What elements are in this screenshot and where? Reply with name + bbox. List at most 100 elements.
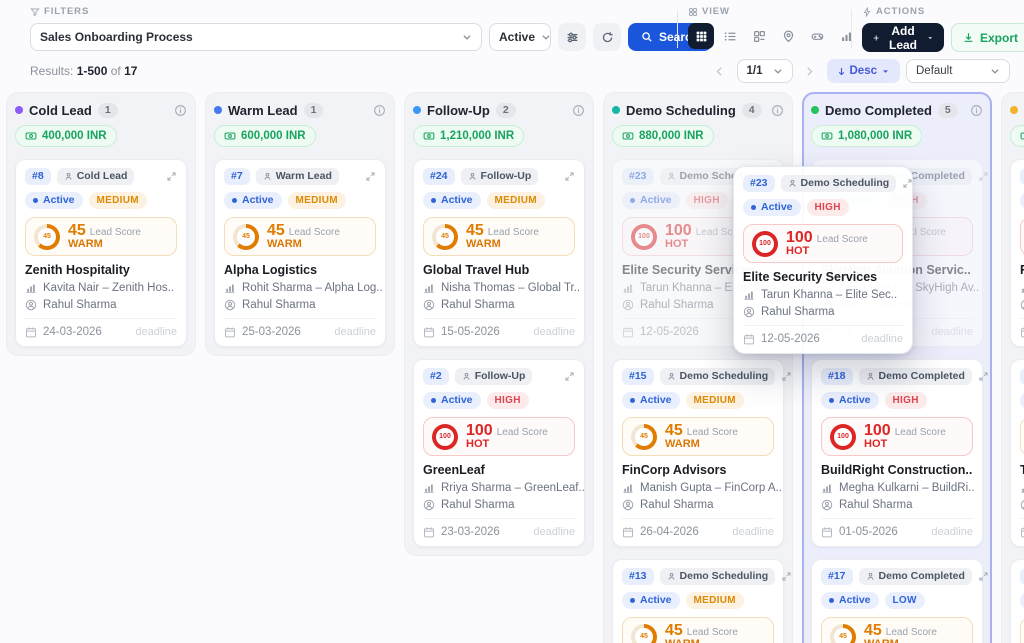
company-name: Global Travel Hub xyxy=(423,263,575,277)
lead-card[interactable]: #9 Active 45 45Lead Score WARM Tec xyxy=(1010,359,1024,547)
view-list-button[interactable] xyxy=(717,23,743,49)
status-dot xyxy=(630,398,635,403)
owner-icon xyxy=(743,306,755,318)
advanced-filters-button[interactable] xyxy=(558,23,586,51)
lead-score-box: 100 100Lead Score HOT xyxy=(743,224,903,263)
expand-card-button[interactable] xyxy=(978,371,989,382)
status-badge: Active xyxy=(423,392,481,409)
column-header: Cl xyxy=(1010,101,1024,119)
contact-row xyxy=(1020,282,1024,294)
sort-order-button[interactable]: Desc xyxy=(827,59,901,83)
lead-score-label: Lead Score xyxy=(687,427,738,438)
lead-card[interactable]: #6 Active 45 45Lead Score WARM Me xyxy=(1010,559,1024,643)
page-select[interactable]: 1/1 xyxy=(737,59,793,83)
kanban-column: Cl #2 Active 100 100Lead Score HOT Fit xyxy=(1001,92,1024,643)
drag-overlay-card[interactable]: #23 Demo Scheduling Active HIGH 100 100L… xyxy=(733,166,913,354)
group-select[interactable]: Default xyxy=(906,59,1010,83)
expand-card-button[interactable] xyxy=(564,171,575,182)
pager: 1/1 Desc Default xyxy=(709,59,1011,83)
status-badge: Active xyxy=(821,592,879,609)
stage-badge: Warm Lead xyxy=(256,168,339,185)
deadline-date: 25-03-2026 xyxy=(224,326,301,338)
lead-card[interactable]: #17 Demo Completed Active LOW 45 45Lead … xyxy=(811,559,983,643)
lead-temperature: HOT xyxy=(864,438,946,450)
company-name: Fit xyxy=(1020,263,1024,277)
person-icon xyxy=(866,572,875,581)
lead-card[interactable]: #2 Active 100 100Lead Score HOT Fit xyxy=(1010,159,1024,347)
lead-score-box: 45 45Lead Score WARM xyxy=(1020,617,1024,643)
company-icon xyxy=(821,482,833,494)
column-info-button[interactable] xyxy=(771,104,784,117)
results-bar: Results: 1-500 of 17 1/1 Desc Default xyxy=(30,58,1010,84)
lead-card[interactable]: #24 Follow-Up Active MEDIUM 45 45Lead Sc… xyxy=(413,159,585,347)
lead-card[interactable]: #13 Demo Scheduling Active MEDIUM 45 45L… xyxy=(612,559,784,643)
lead-card[interactable]: #8 Cold Lead Active MEDIUM 45 45Lead Sco… xyxy=(15,159,187,347)
lead-score-gauge: 45 xyxy=(631,624,657,643)
status-dot xyxy=(751,205,756,210)
lead-score-box: 100 100Lead Score HOT xyxy=(423,417,575,456)
contact-row xyxy=(1020,482,1024,494)
company-name: Alpha Logistics xyxy=(224,263,376,277)
column-info-button[interactable] xyxy=(174,104,187,117)
expand-card-button[interactable] xyxy=(978,171,989,182)
column-info-button[interactable] xyxy=(373,104,386,117)
deadline-date xyxy=(1020,526,1024,538)
lead-card[interactable]: #18 Demo Completed Active HIGH 100 100Le… xyxy=(811,359,983,547)
view-kanban-button[interactable] xyxy=(746,23,772,49)
refresh-button[interactable] xyxy=(593,23,621,51)
view-map-button[interactable] xyxy=(775,23,801,49)
company-name: BuildRight Construction.. xyxy=(821,463,973,477)
column-dot xyxy=(1010,106,1018,114)
deadline-label: deadline xyxy=(861,333,903,345)
expand-card-button[interactable] xyxy=(365,171,376,182)
status-dot xyxy=(630,198,635,203)
add-lead-button[interactable]: Add Lead xyxy=(862,23,944,52)
expand-card-button[interactable] xyxy=(978,571,989,582)
sliders-icon xyxy=(566,31,579,44)
process-select[interactable]: Sales Onboarding Process xyxy=(30,23,482,51)
lead-score-label: Lead Score xyxy=(289,227,340,238)
lead-card[interactable]: #2 Follow-Up Active HIGH 100 100Lead Sco… xyxy=(413,359,585,547)
column-amount-badge: 600,000 INR xyxy=(214,125,316,147)
next-page-button[interactable] xyxy=(799,60,821,82)
lead-card[interactable]: #15 Demo Scheduling Active MEDIUM 45 45L… xyxy=(612,359,784,547)
status-badge: Active xyxy=(1020,192,1024,209)
gamepad-icon xyxy=(811,30,824,43)
expand-card-button[interactable] xyxy=(781,571,792,582)
deadline-label: deadline xyxy=(533,526,575,538)
company-icon xyxy=(423,282,435,294)
owner-row: Rahul Sharma xyxy=(25,299,177,311)
company-icon xyxy=(743,289,755,301)
priority-badge: HIGH xyxy=(487,392,529,409)
status-filter-select[interactable]: Active xyxy=(489,23,551,51)
calendar-icon xyxy=(821,526,833,538)
owner-row: Rahul Sharma xyxy=(622,499,774,511)
lead-card[interactable]: #7 Warm Lead Active MEDIUM 45 45Lead Sco… xyxy=(214,159,386,347)
lead-card[interactable]: #23 Demo Scheduling Active HIGH 100 100L… xyxy=(733,166,913,354)
expand-card-button[interactable] xyxy=(902,178,913,189)
expand-card-button[interactable] xyxy=(781,371,792,382)
lead-id-badge: #6 xyxy=(1020,568,1024,585)
company-name: GreenLeaf xyxy=(423,463,575,477)
filters-section: FILTERS Sales Onboarding Process Active … xyxy=(30,6,712,51)
expand-card-button[interactable] xyxy=(564,371,575,382)
prev-page-button[interactable] xyxy=(709,60,731,82)
plus-icon xyxy=(873,33,879,43)
export-button[interactable]: Export xyxy=(951,23,1024,52)
arrow-down-icon xyxy=(837,67,846,76)
view-chart-button[interactable] xyxy=(833,23,859,49)
column-info-button[interactable] xyxy=(970,104,983,117)
priority-badge: HIGH xyxy=(885,392,927,409)
status-dot xyxy=(33,198,38,203)
view-gamepad-button[interactable] xyxy=(804,23,830,49)
lead-score-label: Lead Score xyxy=(895,427,946,438)
lead-temperature: WARM xyxy=(665,438,738,450)
expand-icon xyxy=(564,371,575,382)
expand-card-button[interactable] xyxy=(166,171,177,182)
view-grid-button[interactable] xyxy=(688,23,714,49)
company-name: Zenith Hospitality xyxy=(25,263,177,277)
owner-row: Rahul Sharma xyxy=(224,299,376,311)
column-count-badge: 5 xyxy=(938,103,958,118)
column-info-button[interactable] xyxy=(572,104,585,117)
column-header: Follow-Up 2 xyxy=(413,101,585,119)
